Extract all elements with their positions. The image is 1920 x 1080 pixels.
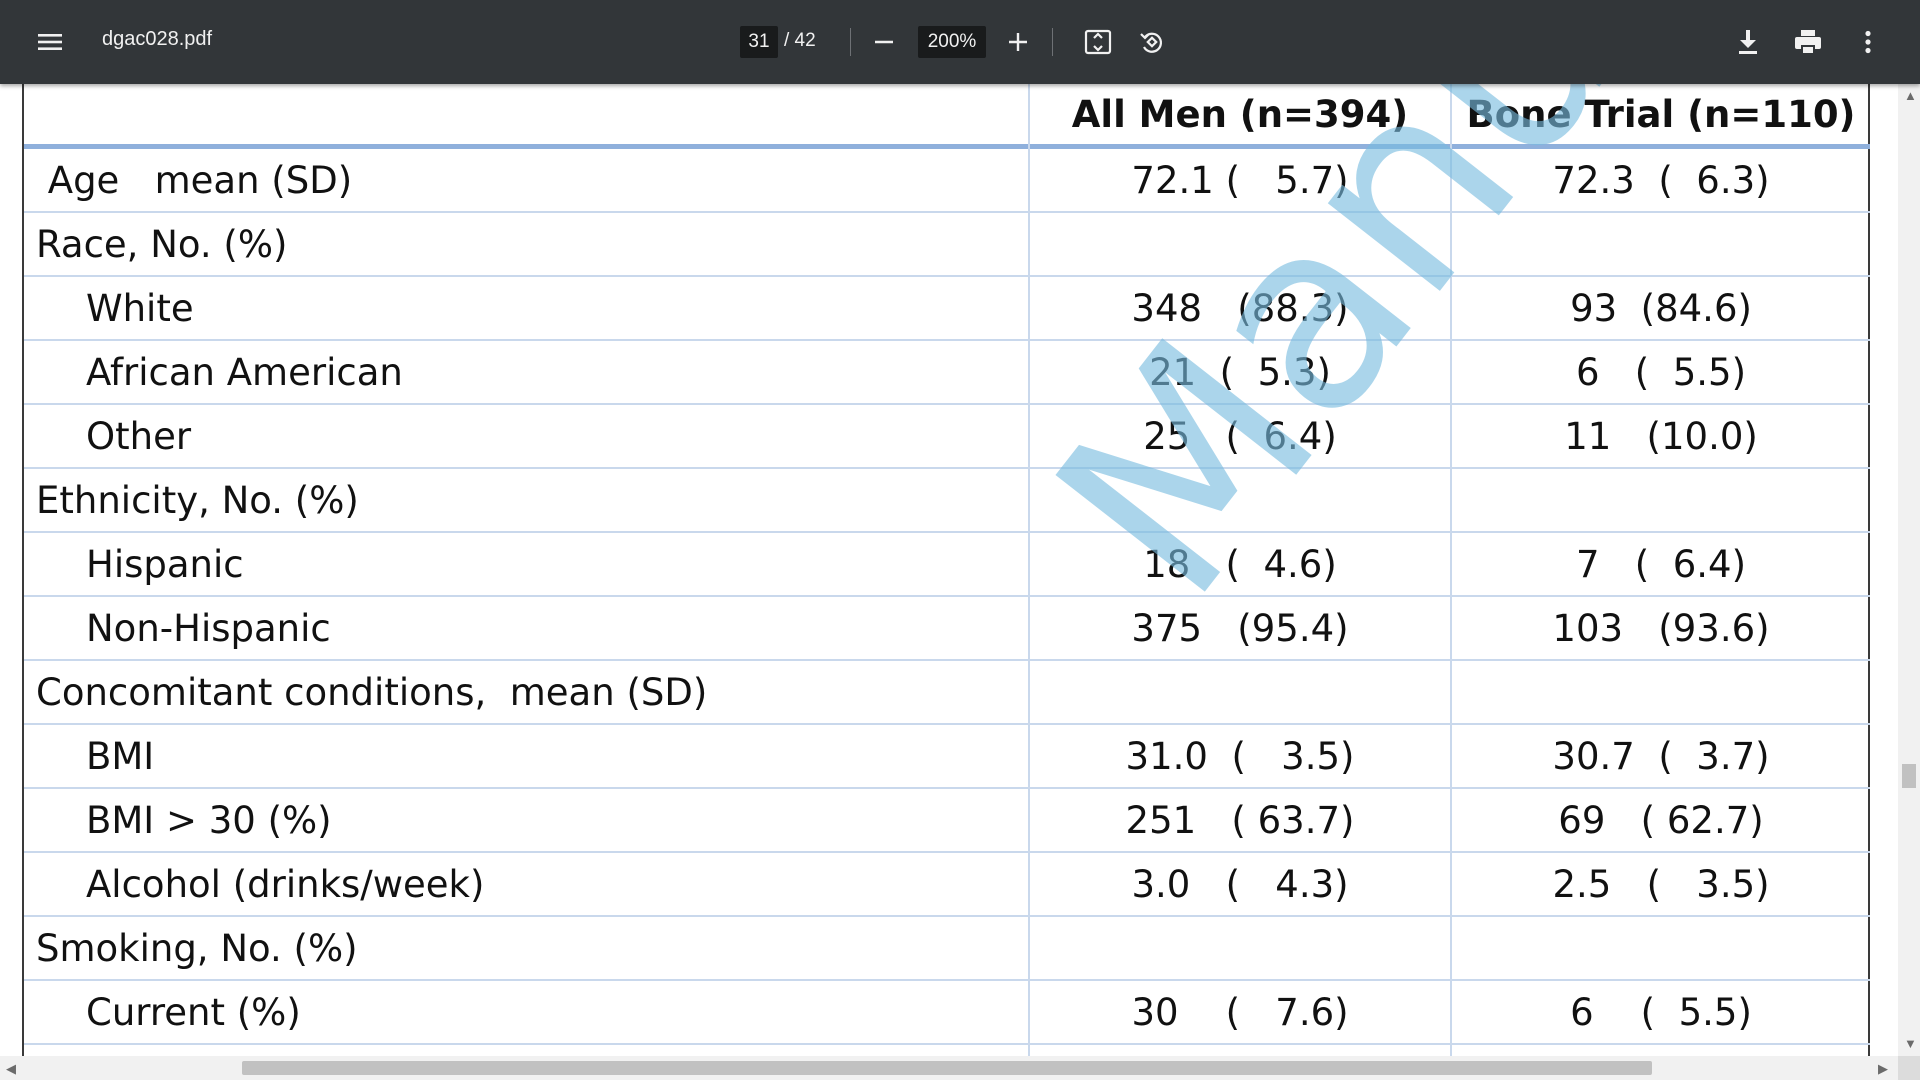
cell-bone-trial: [1452, 661, 1870, 723]
cell-bone-trial: 93 (84.6): [1570, 286, 1752, 330]
page-number-input[interactable]: 31: [740, 26, 778, 58]
scroll-up-icon[interactable]: ▲: [1904, 88, 1917, 103]
cell-all-men: [1030, 661, 1450, 723]
file-name: dgac028.pdf: [102, 28, 213, 50]
column-header-all-men: All Men (n=394): [1071, 92, 1409, 136]
zoom-out-button[interactable]: [864, 22, 904, 62]
zoom-level-input[interactable]: 200%: [918, 26, 986, 58]
more-vert-icon[interactable]: [1848, 22, 1888, 62]
cell-bone-trial: 7 ( 6.4): [1575, 542, 1747, 586]
cell-bone-trial: 72.3 ( 6.3): [1552, 158, 1770, 202]
table-row: African American 21 ( 5.3) 6 ( 5.5): [24, 341, 1870, 405]
cell-bone-trial: 70 (64.8): [1452, 1045, 1870, 1057]
table-row: Hispanic 18 ( 4.6) 7 ( 6.4): [24, 533, 1870, 597]
column-divider: [1028, 84, 1030, 1056]
table-body: Age mean (SD) 72.1 ( 5.7) 72.3 ( 6.3) Race,…: [24, 149, 1870, 1056]
row-label: Other: [86, 414, 192, 458]
row-label: Smoking, No. (%): [36, 926, 358, 970]
cell-bone-trial: 103 (93.6): [1552, 606, 1770, 650]
table-row: Age mean (SD) 72.1 ( 5.7) 72.3 ( 6.3): [24, 149, 1870, 213]
cell-all-men: 251 ( 63.7): [1125, 798, 1355, 842]
print-icon[interactable]: [1788, 22, 1828, 62]
toolbar-divider: [850, 28, 851, 56]
table-row: White 348 (88.3) 93 (84.6): [24, 277, 1870, 341]
scroll-right-icon[interactable]: ▶: [1878, 1061, 1888, 1077]
document-viewport[interactable]: All Men (n=394) Bone Trial (n=110) Age m…: [0, 84, 1898, 1056]
row-label: White: [86, 286, 194, 330]
cell-all-men: 3.0 ( 4.3): [1131, 862, 1349, 906]
scroll-down-icon[interactable]: ▼: [1904, 1036, 1917, 1051]
cell-all-men: [1030, 917, 1450, 979]
cell-bone-trial: [1452, 213, 1870, 275]
table-row: Ever (%) 256 ( 65.5)70 (64.8): [24, 1045, 1870, 1057]
cell-all-men: 348 (88.3): [1131, 286, 1349, 330]
cell-all-men: [1030, 469, 1450, 531]
cell-all-men: 31.0 ( 3.5): [1125, 734, 1355, 778]
row-label: Race, No. (%): [36, 222, 288, 266]
table-row: Ethnicity, No. (%): [24, 469, 1870, 533]
cell-bone-trial: 30.7 ( 3.7): [1552, 734, 1770, 778]
table-row: Smoking, No. (%): [24, 917, 1870, 981]
page-total: / 42: [784, 30, 816, 51]
cell-bone-trial: [1452, 469, 1870, 531]
cell-all-men: 72.1 ( 5.7): [1131, 158, 1349, 202]
cell-bone-trial: 2.5 ( 3.5): [1552, 862, 1770, 906]
vertical-scrollbar[interactable]: ▲ ▼: [1898, 84, 1920, 1056]
fit-page-icon[interactable]: [1078, 22, 1118, 62]
cell-all-men: 21 ( 5.3): [1149, 350, 1331, 394]
row-label: Non-Hispanic: [86, 606, 331, 650]
cell-all-men: 30 ( 7.6): [1131, 990, 1349, 1034]
cell-all-men: [1030, 213, 1450, 275]
zoom-in-button[interactable]: [998, 22, 1038, 62]
row-label: African American: [86, 350, 403, 394]
row-label: Ethnicity, No. (%): [36, 478, 359, 522]
horizontal-scrollbar[interactable]: ◀ ▶: [0, 1056, 1898, 1080]
cell-bone-trial: [1452, 917, 1870, 979]
cell-all-men: 375 (95.4): [1131, 606, 1349, 650]
row-label: Ever (%): [86, 1045, 245, 1057]
cell-all-men: 256 ( 65.5): [1030, 1045, 1450, 1057]
scroll-left-icon[interactable]: ◀: [6, 1061, 16, 1077]
rotate-icon[interactable]: [1132, 22, 1172, 62]
table-row: BMI > 30 (%) 251 ( 63.7) 69 ( 62.7): [24, 789, 1870, 853]
row-label: Current (%): [86, 990, 301, 1034]
table-row: Current (%) 30 ( 7.6) 6 ( 5.5): [24, 981, 1870, 1045]
cell-bone-trial: 6 ( 5.5): [1570, 990, 1752, 1034]
table-header: All Men (n=394) Bone Trial (n=110): [24, 84, 1870, 149]
table-row: Other 25 ( 6.4) 11 (10.0): [24, 405, 1870, 469]
table-row: Non-Hispanic 375 (95.4) 103 (93.6): [24, 597, 1870, 661]
demographics-table: All Men (n=394) Bone Trial (n=110) Age m…: [24, 84, 1870, 1056]
cell-bone-trial: 11 (10.0): [1564, 414, 1758, 458]
cell-bone-trial: 69 ( 62.7): [1558, 798, 1764, 842]
table-row: Race, No. (%): [24, 213, 1870, 277]
hamburger-menu-icon[interactable]: [30, 22, 70, 62]
table-row: Alcohol (drinks/week) 3.0 ( 4.3) 2.5 ( 3.5…: [24, 853, 1870, 917]
pdf-toolbar: dgac028.pdf 31 / 42 200%: [0, 0, 1920, 84]
table-row: Concomitant conditions, mean (SD): [24, 661, 1870, 725]
cell-bone-trial: 6 ( 5.5): [1575, 350, 1747, 394]
horizontal-scroll-thumb[interactable]: [242, 1061, 1652, 1075]
toolbar-divider: [1052, 28, 1053, 56]
row-label: Alcohol (drinks/week): [86, 862, 485, 906]
column-divider: [1450, 84, 1452, 1056]
row-label: Age mean (SD): [36, 158, 353, 202]
row-label: Concomitant conditions, mean (SD): [36, 670, 708, 714]
column-header-bone-trial: Bone Trial (n=110): [1466, 92, 1856, 136]
vertical-scroll-thumb[interactable]: [1902, 764, 1916, 788]
cell-all-men: 25 ( 6.4): [1143, 414, 1337, 458]
row-label: BMI: [86, 734, 155, 778]
table-row: BMI 31.0 ( 3.5) 30.7 ( 3.7): [24, 725, 1870, 789]
row-label: Hispanic: [86, 542, 244, 586]
cell-all-men: 18 ( 4.6): [1143, 542, 1337, 586]
download-icon[interactable]: [1728, 22, 1768, 62]
row-label: BMI > 30 (%): [86, 798, 332, 842]
pdf-page: All Men (n=394) Bone Trial (n=110) Age m…: [0, 84, 1898, 1056]
scrollbar-corner: [1898, 1056, 1920, 1080]
